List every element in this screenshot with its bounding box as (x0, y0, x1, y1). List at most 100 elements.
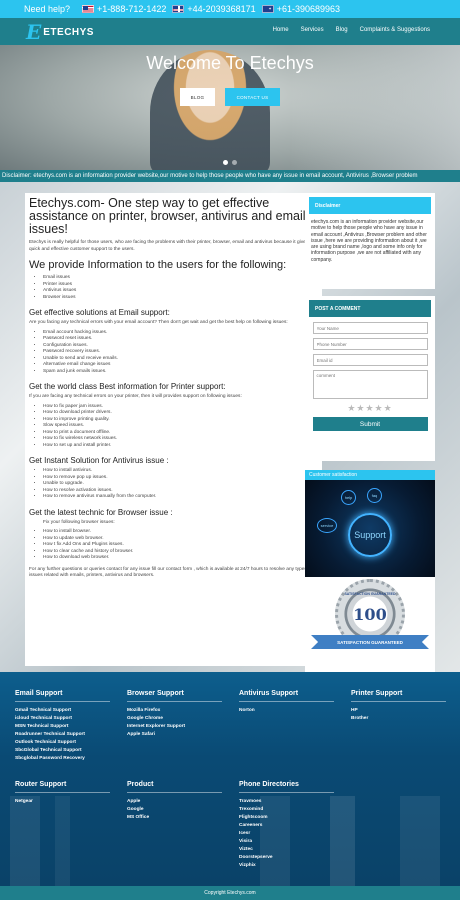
footer-link[interactable]: Doorstepserve (239, 854, 334, 862)
list-item: How to download web browser. (43, 555, 318, 562)
satisfaction-heading: Customer satisfaction (305, 470, 435, 480)
help-bubble-icon: help (341, 490, 356, 505)
support-ring-icon: Support (348, 513, 392, 557)
footer-heading: Antivirus Support (239, 690, 334, 702)
footer-heading: Email Support (15, 690, 110, 702)
comment-field[interactable] (312, 370, 428, 399)
disclaimer-text: etechys.com is an information provider w… (311, 219, 427, 263)
satisfaction-box: Customer satisfaction help faq service S… (305, 470, 435, 678)
hero-title: Welcome To Etechys (146, 53, 314, 73)
logo-e-icon: E (26, 20, 42, 44)
disclaimer-marquee: Disclaimer: etechys.com is an informatio… (0, 170, 460, 182)
copyright-bar: Copyright Etechys.com (0, 886, 460, 900)
footer-link[interactable]: HP (351, 707, 446, 715)
phone-field[interactable] (312, 338, 428, 350)
hero-contact-button[interactable]: CONTACT US (225, 88, 280, 106)
footer-printer-support: Printer Support HP Brother (351, 690, 446, 723)
footer-skyline-image (0, 796, 460, 886)
nav-home[interactable]: Home (273, 27, 289, 33)
list-item: Spam and junk emails issues. (43, 369, 318, 376)
footer-link[interactable]: Sbcglobal Password Recovery (15, 755, 110, 763)
au-phone-link[interactable]: +61-390689963 (277, 4, 340, 14)
footer-link[interactable]: Apple Safari (127, 731, 222, 739)
footer-link[interactable]: SbcGlobal Technical Support (15, 747, 110, 755)
disclaimer-box: Disclaimer etechys.com is an information… (305, 193, 435, 289)
footer: Email Support Gmail Technical Support ic… (0, 672, 460, 886)
need-help-label: Need help? (24, 4, 71, 14)
service-bubble-icon: service (317, 518, 337, 533)
footer-link[interactable]: Careeners (239, 822, 334, 830)
guarantee-badge-image: SATISFACTION GUARANTEED 100 SATISFACTION… (305, 577, 435, 678)
footer-link[interactable]: Internet Explorer Support (127, 723, 222, 731)
browser-heading: Get the latest technic for Browser issue… (29, 507, 173, 517)
footer-link[interactable]: Flightscoom (239, 814, 334, 822)
footer-link[interactable]: Icesr (239, 830, 334, 838)
list-item: Browser issues (43, 295, 318, 302)
footer-link[interactable]: Google (127, 806, 222, 814)
footer-link[interactable]: Brother (351, 715, 446, 723)
navbar: E ETECHYS Home Services Blog Complaints … (0, 18, 460, 45)
hero-blog-button[interactable]: BLOG (180, 88, 215, 106)
site-logo[interactable]: E ETECHYS (26, 22, 94, 42)
comment-form-heading: POST A COMMENT (309, 300, 431, 317)
email-heading: Get effective solutions at Email support… (29, 308, 170, 317)
nav-blog[interactable]: Blog (336, 27, 348, 33)
footer-heading: Printer Support (351, 690, 446, 702)
email-field[interactable] (312, 354, 428, 366)
footer-heading: Browser Support (127, 690, 222, 702)
name-field[interactable] (312, 322, 428, 334)
uk-phone-link[interactable]: +44-2039368171 (187, 4, 255, 14)
footer-link[interactable]: Roadrunner Technical Support (15, 731, 110, 739)
main-nav: Home Services Blog Complaints & Suggesti… (273, 27, 430, 33)
badge-top-text: SATISFACTION GUARANTEED (344, 592, 396, 596)
footer-phone-directories: Phone Directories Travmoes Trexomind Fli… (239, 781, 334, 870)
content-closing: For any further questions or queries con… (29, 566, 313, 579)
footer-link[interactable]: Apple (127, 798, 222, 806)
info-heading: We provide Information to the users for … (29, 259, 287, 271)
footer-link[interactable]: Vizphix (239, 862, 334, 870)
footer-link[interactable]: Travmoes (239, 798, 334, 806)
top-contact-bar: Need help? +1-888-712-1422 +44-203936817… (0, 0, 460, 18)
content-intro: Etechys is really helpful for those user… (29, 240, 309, 252)
email-intro: Are you facing any technical errors with… (29, 320, 288, 325)
footer-heading: Phone Directories (239, 781, 334, 793)
email-list: Email account hacking issues. Password r… (43, 330, 318, 376)
footer-browser-support: Browser Support Mozilla Firefox Google C… (127, 690, 222, 739)
footer-link[interactable]: Visira (239, 838, 334, 846)
logo-text: ETECHYS (43, 26, 94, 38)
nav-complaints[interactable]: Complaints & Suggestions (360, 27, 430, 33)
footer-link[interactable]: MSN Technical Support (15, 723, 110, 731)
footer-heading: Product (127, 781, 222, 793)
printer-heading: Get the world class Best information for… (29, 382, 226, 391)
rating-stars[interactable]: ★★★★★ (309, 403, 431, 414)
footer-link[interactable]: Netgear (15, 798, 110, 806)
footer-link[interactable]: icloud Technical Support (15, 715, 110, 723)
au-flag-icon (261, 5, 274, 13)
footer-link[interactable]: Outlook Technical Support (15, 739, 110, 747)
us-phone-link[interactable]: +1-888-712-1422 (97, 4, 166, 14)
browser-list: How to install browser. How to update we… (43, 529, 318, 562)
disclaimer-heading: Disclaimer (309, 197, 431, 214)
browser-intro: Fix your following browser issues: (43, 519, 115, 525)
footer-link[interactable]: Mozilla Firefox (127, 707, 222, 715)
badge-number: 100 (353, 604, 387, 624)
footer-link[interactable]: Viztec (239, 846, 334, 854)
footer-link[interactable]: Google Chrome (127, 715, 222, 723)
footer-link[interactable]: MS Office (127, 814, 222, 822)
support-network-image: help faq service Support (305, 480, 435, 577)
footer-link[interactable]: Trexomind (239, 806, 334, 814)
antivirus-list: How to install antivirus. How to remove … (43, 468, 318, 501)
badge-ribbon: SATISFACTION GUARANTEED (311, 635, 429, 649)
printer-list: How to fix paper jam issues. How to down… (43, 404, 318, 450)
carousel-dot-active[interactable] (223, 160, 228, 165)
footer-router-support: Router Support Netgear (15, 781, 110, 806)
submit-button[interactable]: Submit (312, 417, 428, 431)
footer-product: Product Apple Google MS Office (127, 781, 222, 822)
footer-email-support: Email Support Gmail Technical Support ic… (15, 690, 110, 763)
us-flag-icon (82, 5, 95, 13)
footer-antivirus-support: Antivirus Support Norton (239, 690, 334, 715)
footer-link[interactable]: Norton (239, 707, 334, 715)
footer-link[interactable]: Gmail Technical Support (15, 707, 110, 715)
nav-services[interactable]: Services (301, 27, 324, 33)
carousel-dot[interactable] (232, 160, 237, 165)
